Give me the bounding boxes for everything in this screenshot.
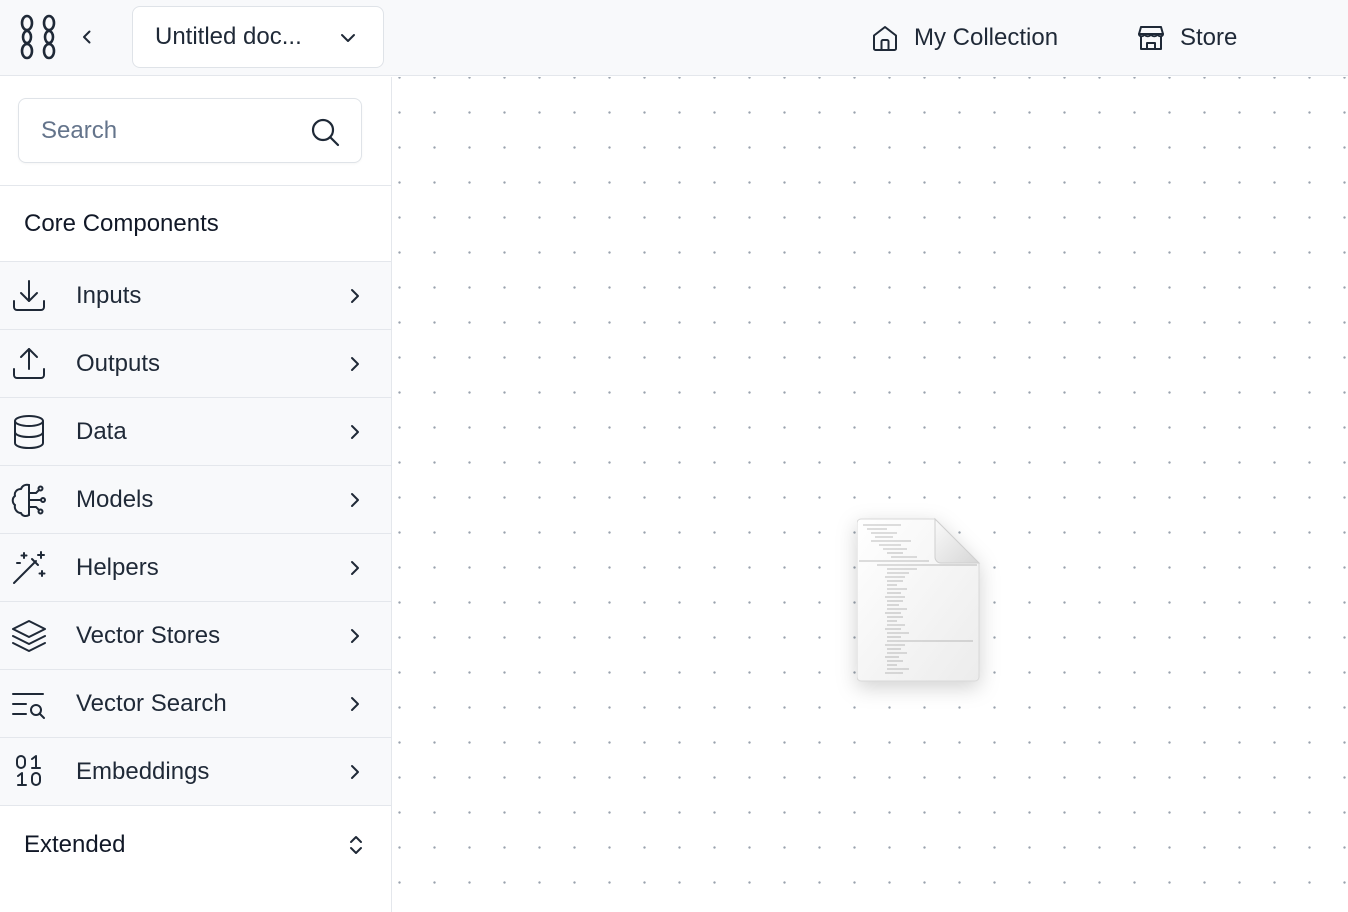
chevron-right-icon <box>351 493 359 507</box>
chevron-right-icon <box>351 697 359 711</box>
layers-icon <box>12 620 46 652</box>
category-models[interactable]: Models <box>0 466 391 534</box>
chevron-right-icon <box>351 561 359 575</box>
binary-icon <box>16 755 41 786</box>
category-label: Inputs <box>76 281 142 309</box>
chevron-right-icon <box>351 425 359 439</box>
magic-wand-icon <box>13 551 46 584</box>
search-area <box>0 77 391 186</box>
chain-logo-icon[interactable] <box>18 14 58 60</box>
category-data[interactable]: Data <box>0 398 391 466</box>
document-title: Untitled doc... <box>155 23 302 50</box>
category-helpers[interactable]: Helpers <box>0 534 391 602</box>
category-label: Vector Search <box>76 689 227 717</box>
brain-circuit-icon <box>11 483 46 518</box>
category-label: Models <box>76 485 154 513</box>
extended-heading: Extended <box>24 831 126 858</box>
core-components-heading: Core Components <box>0 186 391 262</box>
category-label: Helpers <box>76 553 159 581</box>
download-icon <box>13 280 45 311</box>
chevron-right-icon <box>351 765 359 779</box>
flow-canvas[interactable] <box>393 77 1348 912</box>
chevrons-up-down-icon <box>350 836 362 854</box>
category-vector-search[interactable]: Vector Search <box>0 670 391 738</box>
upload-icon <box>13 348 45 379</box>
category-inputs[interactable]: Inputs <box>0 262 391 330</box>
database-icon <box>14 415 44 449</box>
search-icon[interactable] <box>309 116 341 148</box>
my-collection-link[interactable]: My Collection <box>870 18 1058 58</box>
store-label: Store <box>1180 24 1238 51</box>
category-label: Data <box>76 417 127 445</box>
document-file-icon <box>857 517 981 682</box>
category-label: Outputs <box>76 349 161 377</box>
category-vector-stores[interactable]: Vector Stores <box>0 602 391 670</box>
search-box[interactable] <box>18 98 362 163</box>
extended-section-toggle[interactable]: Extended <box>0 806 391 884</box>
store-link[interactable]: Store <box>1136 18 1237 58</box>
text-search-icon <box>12 693 45 719</box>
store-icon <box>1138 26 1164 50</box>
home-icon <box>873 26 897 51</box>
category-embeddings[interactable]: Embeddings <box>0 738 391 806</box>
chevron-left-icon <box>83 30 91 44</box>
my-collection-label: My Collection <box>914 24 1059 51</box>
search-input[interactable] <box>20 100 300 161</box>
component-sidebar: Core Components Inputs Outputs <box>0 77 392 912</box>
chevron-right-icon <box>351 629 359 643</box>
top-header: Untitled doc... My Collection Store <box>0 0 1348 76</box>
dragged-file[interactable] <box>857 517 981 683</box>
chevron-down-icon <box>341 34 355 42</box>
category-label: Vector Stores <box>76 621 221 649</box>
category-label: Embeddings <box>76 757 210 785</box>
chevron-right-icon <box>351 357 359 371</box>
document-selector[interactable]: Untitled doc... <box>132 6 384 68</box>
category-list: Inputs Outputs Data Models Helpers Vecto… <box>0 262 391 806</box>
category-outputs[interactable]: Outputs <box>0 330 391 398</box>
chevron-right-icon <box>351 289 359 303</box>
back-button[interactable] <box>72 22 102 52</box>
